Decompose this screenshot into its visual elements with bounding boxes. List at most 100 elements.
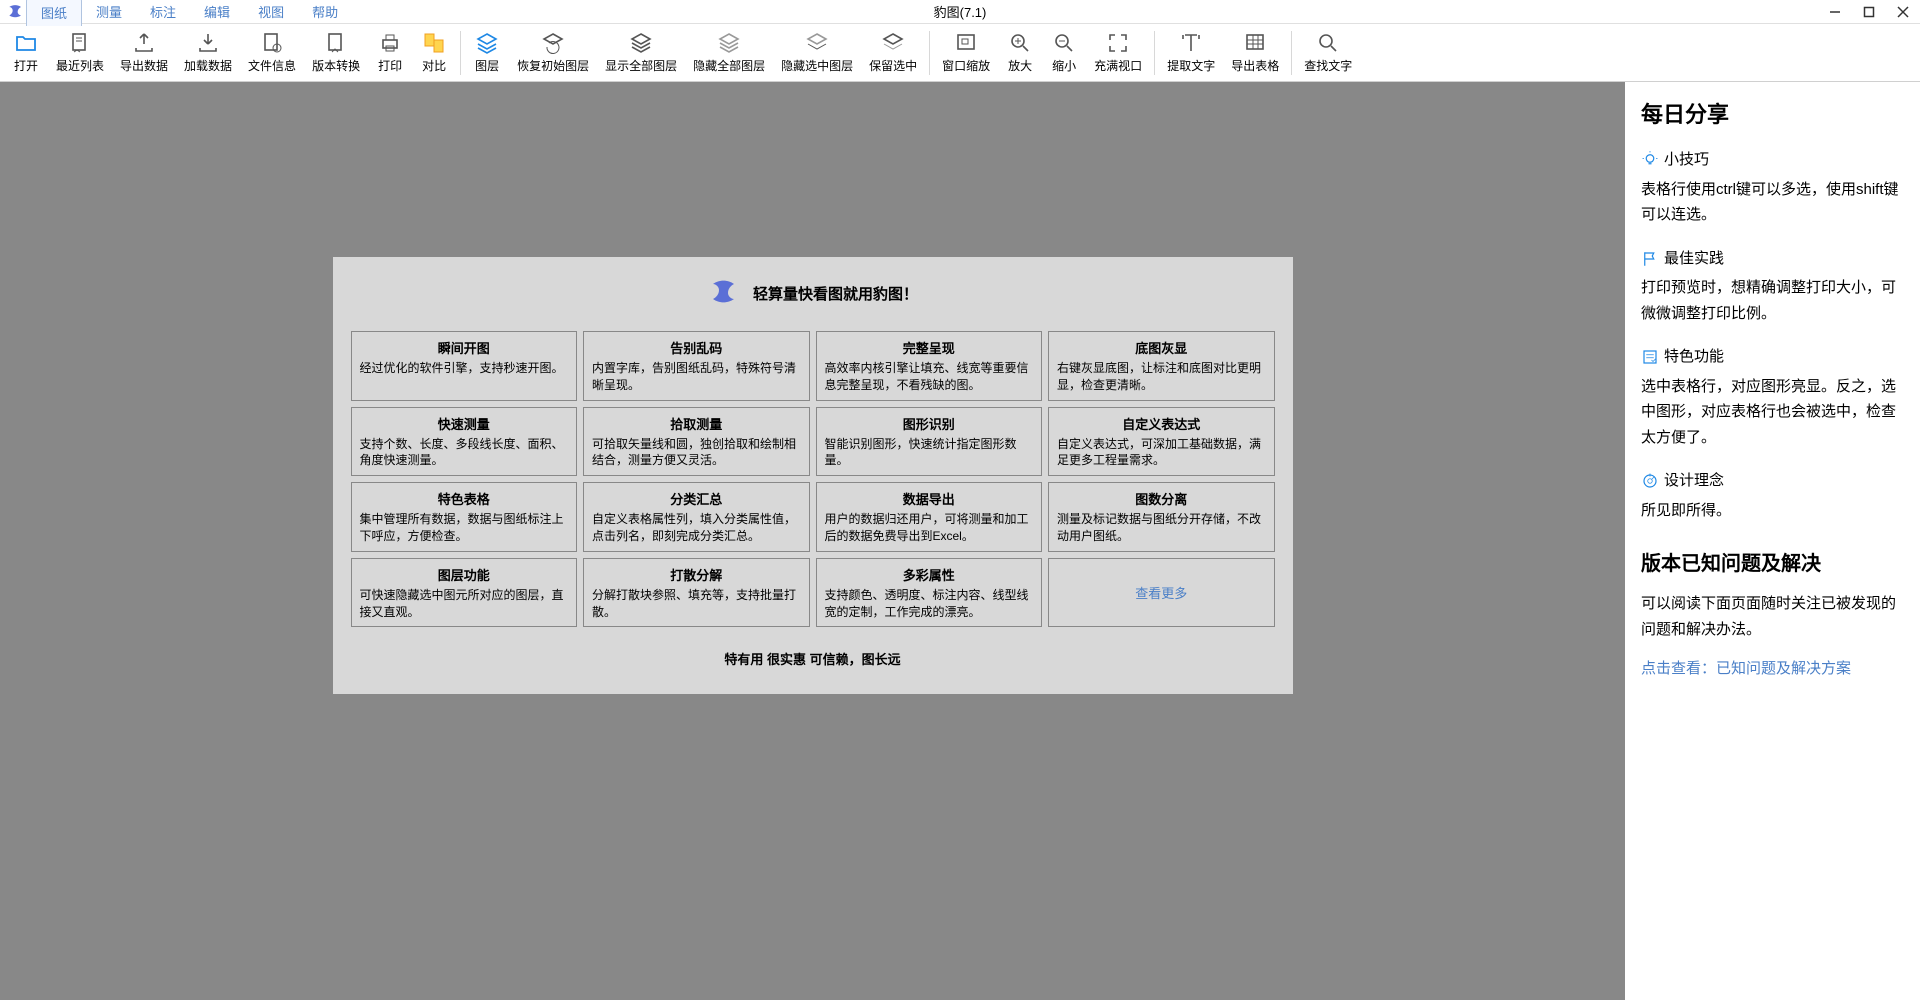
tool-fileinfo[interactable]: 文件信息 [240, 29, 304, 76]
feature-desc: 可快速隐藏选中图元所对应的图层，直接又直观。 [360, 587, 569, 621]
feature-desc: 经过优化的软件引擎，支持秒速开图。 [360, 360, 569, 377]
feature-desc: 自定义表达式，可深加工基础数据，满足更多工程量需求。 [1057, 436, 1266, 470]
tool-import[interactable]: 加载数据 [176, 29, 240, 76]
sidebar-section-text: 打印预览时，想精确调整打印大小，可微微调整打印比例。 [1641, 275, 1904, 326]
menu-tab-drawing[interactable]: 图纸 [26, 0, 82, 26]
feature-title: 打散分解 [592, 565, 801, 584]
sidebar: 每日分享 小技巧表格行使用ctrl键可以多选，使用shift键可以连选。最佳实践… [1625, 82, 1920, 1000]
sidebar-section-title: 最佳实践 [1641, 246, 1904, 272]
titlebar: 图纸 测量 标注 编辑 视图 帮助 豹图(7.1) [0, 0, 1920, 24]
tool-layers[interactable]: 图层 [465, 29, 509, 76]
feature-desc: 用户的数据归还用户，可将测量和加工后的数据免费导出到Excel。 [825, 511, 1034, 545]
feature-desc: 支持个数、长度、多段线长度、面积、角度快速测量。 [360, 436, 569, 470]
more-link[interactable]: 查看更多 [1135, 583, 1187, 602]
sidebar-issues-link[interactable]: 点击查看：已知问题及解决方案 [1641, 656, 1904, 682]
tool-zoom-in[interactable]: 放大 [998, 29, 1042, 76]
tool-fit-view[interactable]: 充满视口 [1086, 29, 1150, 76]
menu-tab-annotate[interactable]: 标注 [136, 0, 190, 26]
feature-title: 完整呈现 [825, 338, 1034, 357]
tool-open[interactable]: 打开 [4, 29, 48, 76]
feature-desc: 可拾取矢量线和圆，独创拾取和绘制相结合，测量方便又灵活。 [592, 436, 801, 470]
feature-card: 告别乱码内置字库，告别图纸乱码，特殊符号清晰呈现。 [583, 331, 810, 401]
close-button[interactable] [1886, 0, 1920, 24]
feature-title: 告别乱码 [592, 338, 801, 357]
minimize-button[interactable] [1818, 0, 1852, 24]
tool-export-table[interactable]: 导出表格 [1223, 29, 1287, 76]
sidebar-section-title: 小技巧 [1641, 147, 1904, 173]
feature-desc: 分解打散块参照、填充等，支持批量打散。 [592, 587, 801, 621]
menu-tab-help[interactable]: 帮助 [298, 0, 352, 26]
main-area: 轻算量快看图就用豹图！ 瞬间开图经过优化的软件引擎，支持秒速开图。告别乱码内置字… [0, 82, 1920, 1000]
menu-tab-view[interactable]: 视图 [244, 0, 298, 26]
feature-title: 拾取测量 [592, 414, 801, 433]
feature-card: 特色表格集中管理所有数据，数据与图纸标注上下呼应，方便检查。 [351, 482, 578, 552]
app-logo-icon [6, 2, 26, 22]
feature-more[interactable]: 查看更多 [1048, 558, 1275, 628]
tool-zoom-out[interactable]: 缩小 [1042, 29, 1086, 76]
feature-desc: 自定义表格属性列，填入分类属性值，点击列名，即刻完成分类汇总。 [592, 511, 801, 545]
feature-desc: 测量及标记数据与图纸分开存储，不改动用户图纸。 [1057, 511, 1266, 545]
tool-zoom-window[interactable]: 窗口缩放 [934, 29, 998, 76]
feature-desc: 智能识别图形，快速统计指定图形数量。 [825, 436, 1034, 470]
menu-tab-measure[interactable]: 测量 [82, 0, 136, 26]
feature-card: 快速测量支持个数、长度、多段线长度、面积、角度快速测量。 [351, 407, 578, 477]
bulb-icon [1641, 151, 1659, 169]
feature-title: 快速测量 [360, 414, 569, 433]
sidebar-section: 小技巧表格行使用ctrl键可以多选，使用shift键可以连选。 [1641, 147, 1904, 228]
sidebar-section-title: 特色功能 [1641, 344, 1904, 370]
feature-title: 底图灰显 [1057, 338, 1266, 357]
tool-show-all-layers[interactable]: 显示全部图层 [597, 29, 685, 76]
sidebar-section-title: 设计理念 [1641, 468, 1904, 494]
feature-desc: 内置字库，告别图纸乱码，特殊符号清晰呈现。 [592, 360, 801, 394]
sidebar-daily-title: 每日分享 [1641, 96, 1904, 133]
sidebar-section-text: 所见即所得。 [1641, 498, 1904, 524]
maximize-button[interactable] [1852, 0, 1886, 24]
tool-compare[interactable]: 对比 [412, 29, 456, 76]
feature-title: 多彩属性 [825, 565, 1034, 584]
sidebar-section-text: 选中表格行，对应图形亮显。反之，选中图形，对应表格行也会被选中，检查太方便了。 [1641, 374, 1904, 451]
feature-card: 打散分解分解打散块参照、填充等，支持批量打散。 [583, 558, 810, 628]
canvas-area[interactable]: 轻算量快看图就用豹图！ 瞬间开图经过优化的软件引擎，支持秒速开图。告别乱码内置字… [0, 82, 1625, 1000]
welcome-footer: 特有用 很实惠 可信赖，图长远 [351, 649, 1275, 668]
feature-card: 自定义表达式自定义表达式，可深加工基础数据，满足更多工程量需求。 [1048, 407, 1275, 477]
sidebar-section: 特色功能选中表格行，对应图形亮显。反之，选中图形，对应表格行也会被选中，检查太方… [1641, 344, 1904, 450]
tool-print[interactable]: 打印 [368, 29, 412, 76]
feature-card: 图形识别智能识别图形，快速统计指定图形数量。 [816, 407, 1043, 477]
tool-version[interactable]: 版本转换 [304, 29, 368, 76]
sidebar-section-text: 表格行使用ctrl键可以多选，使用shift键可以连选。 [1641, 177, 1904, 228]
sidebar-section: 最佳实践打印预览时，想精确调整打印大小，可微微调整打印比例。 [1641, 246, 1904, 327]
tool-recent[interactable]: 最近列表 [48, 29, 112, 76]
feature-card: 拾取测量可拾取矢量线和圆，独创拾取和绘制相结合，测量方便又灵活。 [583, 407, 810, 477]
menu-bar: 图纸 测量 标注 编辑 视图 帮助 [26, 0, 352, 26]
feature-title: 图形识别 [825, 414, 1034, 433]
feature-title: 特色表格 [360, 489, 569, 508]
target-icon [1641, 472, 1659, 490]
tool-hide-selected-layer[interactable]: 隐藏选中图层 [773, 29, 861, 76]
feature-title: 瞬间开图 [360, 338, 569, 357]
welcome-slogan: 轻算量快看图就用豹图！ [753, 283, 918, 304]
feature-desc: 右键灰显底图，让标注和底图对比更明显，检查更清晰。 [1057, 360, 1266, 394]
feature-card: 多彩属性支持颜色、透明度、标注内容、线型线宽的定制，工作完成的漂亮。 [816, 558, 1043, 628]
sidebar-issues-text: 可以阅读下面页面随时关注已被发现的问题和解决办法。 [1641, 591, 1904, 642]
app-title: 豹图(7.1) [934, 2, 987, 21]
menu-tab-edit[interactable]: 编辑 [190, 0, 244, 26]
welcome-logo-icon [707, 275, 743, 311]
tool-hide-all-layers[interactable]: 隐藏全部图层 [685, 29, 773, 76]
welcome-panel: 轻算量快看图就用豹图！ 瞬间开图经过优化的软件引擎，支持秒速开图。告别乱码内置字… [333, 257, 1293, 694]
feature-card: 分类汇总自定义表格属性列，填入分类属性值，点击列名，即刻完成分类汇总。 [583, 482, 810, 552]
toolbar-separator [460, 31, 461, 75]
feature-title: 图层功能 [360, 565, 569, 584]
feature-title: 分类汇总 [592, 489, 801, 508]
toolbar-separator [929, 31, 930, 75]
flag-icon [1641, 250, 1659, 268]
tool-keep-selected[interactable]: 保留选中 [861, 29, 925, 76]
feature-desc: 支持颜色、透明度、标注内容、线型线宽的定制，工作完成的漂亮。 [825, 587, 1034, 621]
tool-export[interactable]: 导出数据 [112, 29, 176, 76]
feature-card: 底图灰显右键灰显底图，让标注和底图对比更明显，检查更清晰。 [1048, 331, 1275, 401]
feature-title: 图数分离 [1057, 489, 1266, 508]
tool-restore-layers[interactable]: 恢复初始图层 [509, 29, 597, 76]
feature-title: 数据导出 [825, 489, 1034, 508]
feature-grid: 瞬间开图经过优化的软件引擎，支持秒速开图。告别乱码内置字库，告别图纸乱码，特殊符… [351, 331, 1275, 627]
tool-find-text[interactable]: 查找文字 [1296, 29, 1360, 76]
tool-extract-text[interactable]: 提取文字 [1159, 29, 1223, 76]
